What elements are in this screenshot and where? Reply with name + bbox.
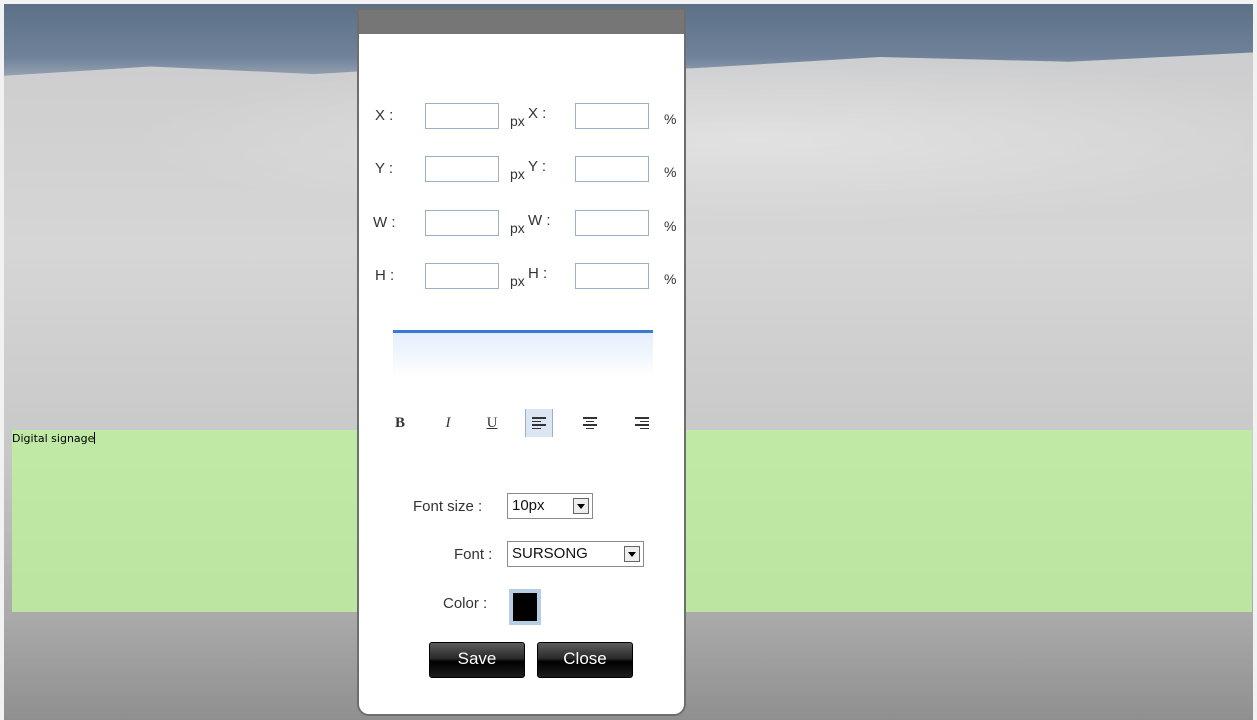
w-row: W : px W : % — [359, 210, 684, 240]
text-region-content[interactable]: Digital signage — [12, 432, 96, 445]
x-row: X : px X : % — [359, 103, 684, 133]
italic-button[interactable]: I — [435, 409, 461, 437]
w-px-input[interactable] — [425, 210, 499, 236]
h-pct-label: H : — [528, 265, 548, 282]
font-size-select[interactable]: 10px — [507, 493, 593, 519]
font-label: Font : — [454, 546, 493, 563]
font-select[interactable]: SURSONG — [507, 541, 644, 567]
x-pct-unit: % — [664, 111, 677, 127]
y-px-input[interactable] — [425, 156, 499, 182]
y-px-unit: px — [510, 166, 525, 182]
font-size-label: Font size : — [413, 498, 483, 515]
h-row: H : px H : % — [359, 263, 684, 293]
w-pct-input[interactable] — [575, 210, 649, 236]
color-swatch — [513, 593, 537, 621]
align-center-button[interactable] — [577, 409, 603, 437]
underline-button[interactable]: U — [479, 409, 505, 437]
w-px-unit: px — [510, 220, 525, 236]
bold-button[interactable]: B — [387, 409, 413, 437]
y-pct-label: Y : — [528, 158, 547, 175]
y-pct-input[interactable] — [575, 156, 649, 182]
h-pct-unit: % — [664, 271, 677, 287]
align-right-icon — [635, 415, 649, 431]
w-pct-unit: % — [664, 218, 677, 234]
x-px-unit: px — [510, 113, 525, 129]
y-pct-unit: % — [664, 164, 677, 180]
w-pct-label: W : — [528, 212, 551, 229]
h-px-input[interactable] — [425, 263, 499, 289]
x-pct-input[interactable] — [575, 103, 649, 129]
h-px-unit: px — [510, 273, 525, 289]
close-button[interactable]: Close — [537, 642, 633, 678]
save-button[interactable]: Save — [429, 642, 525, 678]
align-right-button[interactable] — [629, 409, 655, 437]
x-px-label: X : — [375, 107, 394, 124]
align-left-icon — [532, 415, 546, 431]
dialog-titlebar[interactable] — [359, 10, 684, 34]
text-content: Digital signage — [12, 432, 95, 445]
align-left-button[interactable] — [525, 409, 553, 437]
font-size-value: 10px — [512, 497, 545, 514]
y-px-label: Y : — [375, 160, 394, 177]
section-divider — [393, 330, 653, 378]
h-pct-input[interactable] — [575, 263, 649, 289]
x-pct-label: X : — [528, 105, 547, 122]
chevron-down-icon — [573, 498, 589, 514]
font-value: SURSONG — [512, 545, 588, 562]
color-picker[interactable] — [509, 589, 541, 625]
y-row: Y : px Y : % — [359, 156, 684, 186]
w-px-label: W : — [373, 214, 396, 231]
h-px-label: H : — [375, 267, 395, 284]
x-px-input[interactable] — [425, 103, 499, 129]
text-caret — [94, 432, 96, 444]
text-properties-dialog: X : px X : % Y : px Y : % W : px W : % H… — [357, 8, 686, 716]
chevron-down-icon — [624, 546, 640, 562]
align-center-icon — [583, 415, 597, 431]
color-label: Color : — [443, 595, 488, 612]
